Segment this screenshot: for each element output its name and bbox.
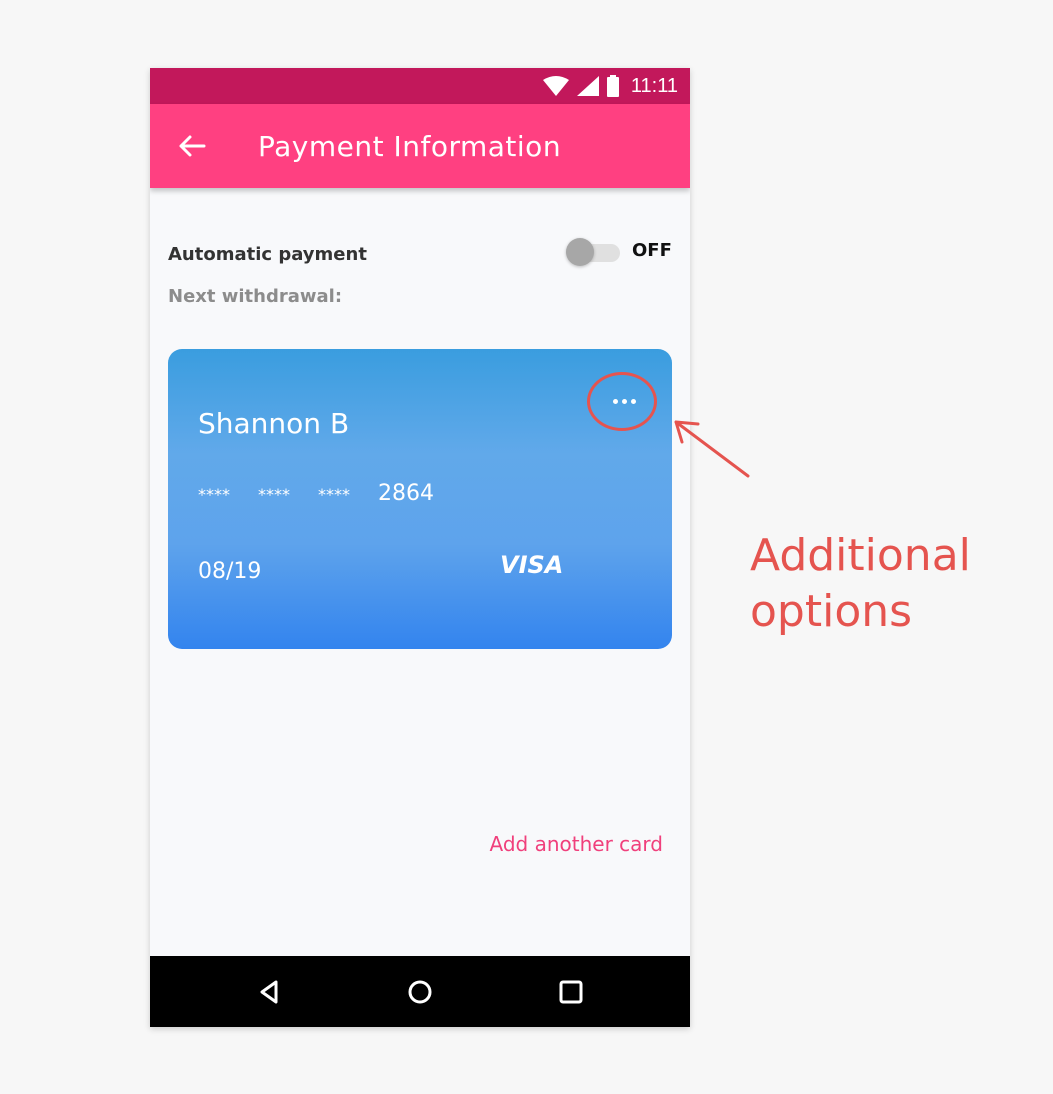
- next-withdrawal-label: Next withdrawal:: [168, 286, 343, 307]
- card-holder-name: Shannon B: [198, 407, 350, 440]
- annotation-highlight-circle: [587, 372, 657, 431]
- wifi-icon: [542, 76, 569, 96]
- status-bar: 11:11: [150, 68, 690, 104]
- nav-recents-button[interactable]: [555, 976, 587, 1008]
- nav-back-button[interactable]: [254, 976, 286, 1008]
- automatic-payment-toggle[interactable]: [566, 238, 622, 266]
- circle-home-icon: [408, 980, 432, 1004]
- nav-home-button[interactable]: [404, 976, 436, 1008]
- signal-icon: [576, 76, 599, 96]
- add-another-card-link[interactable]: Add another card: [490, 832, 663, 856]
- card-mask-group: ****: [318, 485, 350, 504]
- app-bar: Payment Information: [150, 104, 690, 188]
- card-last4: 2864: [378, 481, 434, 506]
- page-title: Payment Information: [258, 129, 562, 163]
- canvas: 11:11 Payment Information Automatic paym…: [0, 0, 1053, 1094]
- annotation-arrow-icon: [674, 420, 750, 478]
- toggle-thumb: [566, 238, 594, 266]
- card-brand-logo: VISA: [500, 551, 564, 579]
- card-expiry: 08/19: [198, 559, 262, 584]
- triangle-back-icon: [260, 980, 278, 1004]
- automatic-payment-label: Automatic payment: [168, 244, 367, 265]
- status-time: 11:11: [630, 74, 678, 97]
- card-mask-group: ****: [258, 485, 290, 504]
- annotation-note: Additional options: [750, 530, 971, 637]
- card-number: **** **** **** 2864: [198, 481, 434, 506]
- back-button[interactable]: [168, 122, 216, 170]
- battery-icon: [606, 75, 619, 97]
- card-mask-group: ****: [198, 485, 230, 504]
- square-recents-icon: [559, 980, 583, 1004]
- toggle-state-label: OFF: [632, 240, 672, 261]
- arrow-left-icon: [179, 135, 206, 157]
- navigation-bar: [150, 956, 690, 1027]
- phone-screen: 11:11 Payment Information Automatic paym…: [150, 68, 690, 1027]
